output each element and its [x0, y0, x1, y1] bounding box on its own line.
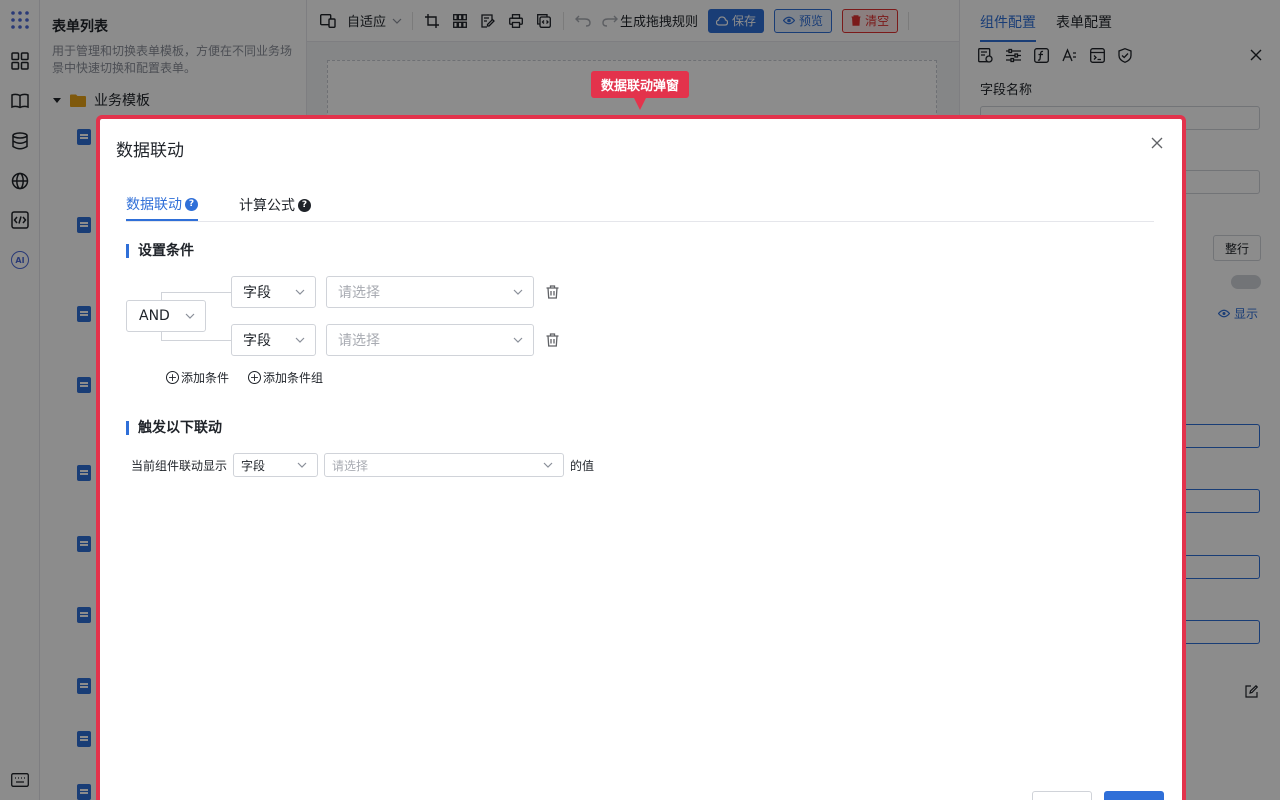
- condition-field-select[interactable]: 字段: [231, 276, 316, 308]
- conditions-section-title: 设置条件: [126, 244, 194, 258]
- confirm-button[interactable]: [1104, 791, 1164, 800]
- condition-field-select[interactable]: 字段: [231, 324, 316, 356]
- trigger-prefix: 当前组件联动显示: [131, 458, 228, 473]
- trigger-row: 当前组件联动显示 字段 请选择 的值: [131, 453, 594, 477]
- plus-circle-icon: +: [166, 371, 179, 384]
- chevron-down-icon: [543, 462, 553, 468]
- tab-label: 计算公式: [239, 198, 295, 214]
- chevron-down-icon: [185, 313, 195, 319]
- add-condition-group-button[interactable]: + 添加条件组: [248, 369, 323, 386]
- help-icon[interactable]: ?: [298, 198, 311, 212]
- dialog-tabs: 数据联动 ? 计算公式 ?: [126, 189, 1154, 222]
- condition-value-select[interactable]: 请选择: [326, 276, 534, 308]
- condition-tree-line: [161, 292, 231, 293]
- add-condition-group-label: 添加条件组: [263, 371, 324, 385]
- trigger-section-title: 触发以下联动: [126, 421, 222, 435]
- trigger-field-value: 字段: [241, 458, 266, 473]
- condition-tree-line: [161, 340, 231, 341]
- tab-data-linkage[interactable]: 数据联动 ?: [126, 189, 198, 221]
- trigger-suffix: 的值: [570, 458, 595, 473]
- condition-value-select[interactable]: 请选择: [326, 324, 534, 356]
- add-condition-label: 添加条件: [181, 371, 230, 385]
- chevron-down-icon: [295, 337, 305, 343]
- tab-label: 数据联动: [126, 197, 182, 213]
- chevron-down-icon: [297, 462, 307, 468]
- callout-label: 数据联动弹窗: [591, 71, 689, 110]
- logic-operator-value: AND: [139, 308, 170, 324]
- add-condition-button[interactable]: + 添加条件: [166, 369, 229, 386]
- chevron-down-icon: [513, 337, 523, 343]
- chevron-down-icon: [295, 289, 305, 295]
- close-icon[interactable]: [1149, 135, 1165, 151]
- data-linkage-dialog: 数据联动 数据联动 ? 计算公式 ? 设置条件 AND 字段 请选择 字段 请选…: [100, 119, 1182, 800]
- condition-field-value: 字段: [243, 333, 271, 349]
- dialog-title: 数据联动: [116, 141, 184, 161]
- plus-circle-icon: +: [248, 371, 261, 384]
- condition-value-placeholder: 请选择: [338, 333, 380, 349]
- trigger-value-select[interactable]: 请选择: [324, 453, 565, 477]
- help-icon[interactable]: ?: [185, 197, 198, 211]
- delete-condition-icon[interactable]: [545, 285, 559, 299]
- trigger-field-select[interactable]: 字段: [233, 453, 319, 477]
- delete-condition-icon[interactable]: [545, 333, 559, 347]
- cancel-button[interactable]: [1032, 791, 1092, 800]
- logic-operator-select[interactable]: AND: [126, 300, 206, 332]
- condition-field-value: 字段: [243, 285, 271, 301]
- chevron-down-icon: [513, 289, 523, 295]
- trigger-value-placeholder: 请选择: [332, 458, 369, 473]
- condition-value-placeholder: 请选择: [338, 285, 380, 301]
- tab-calculation-formula[interactable]: 计算公式 ?: [239, 189, 311, 221]
